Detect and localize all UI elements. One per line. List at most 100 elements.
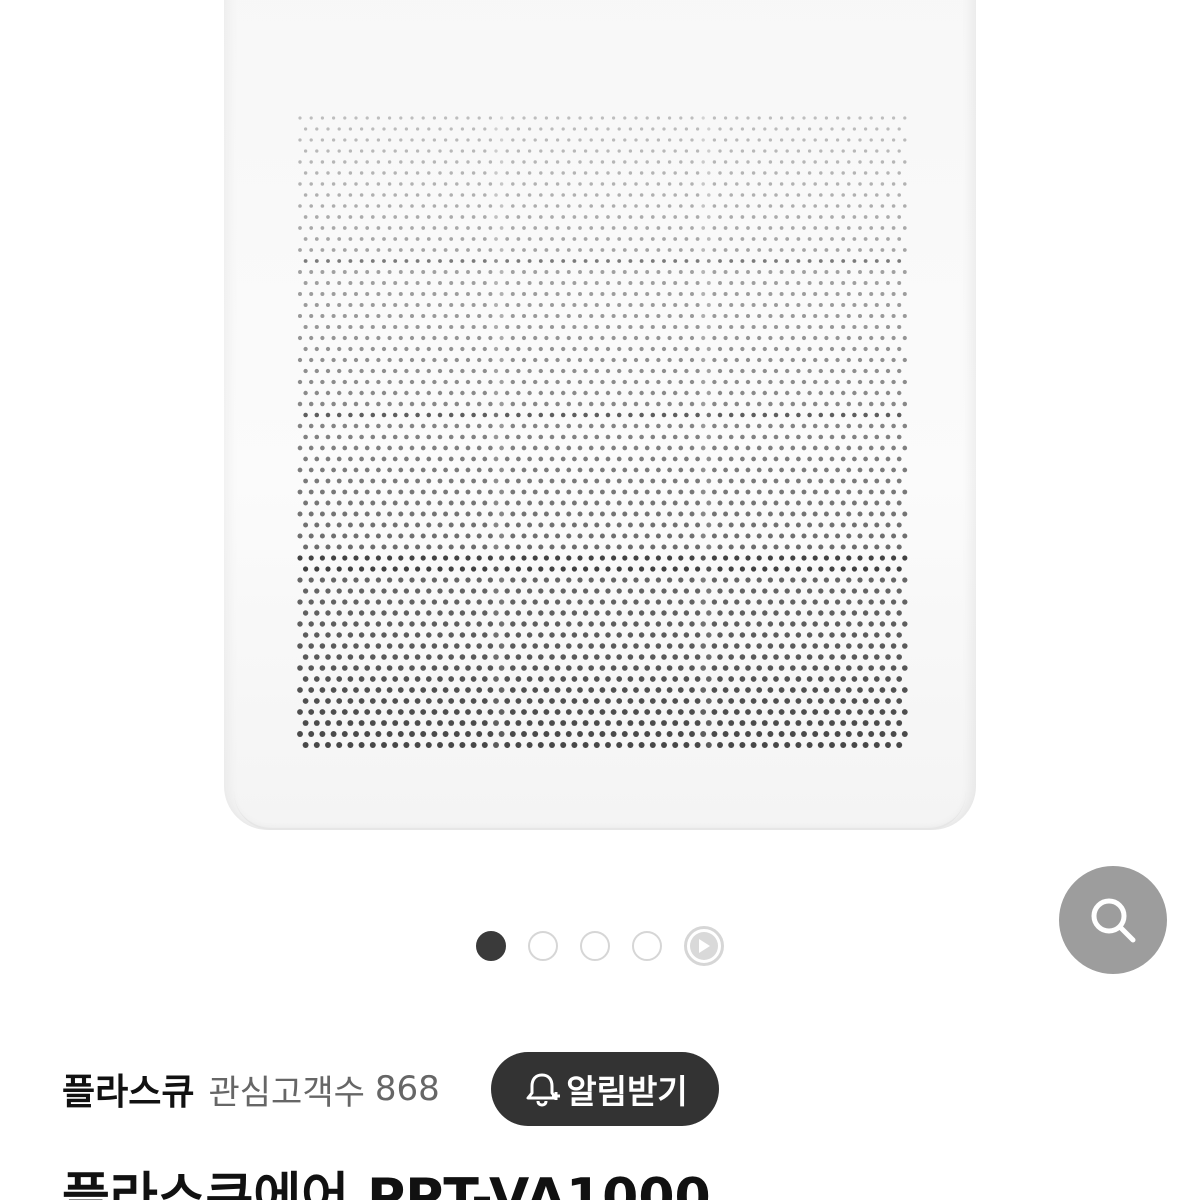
- grille-hole: [684, 237, 689, 241]
- grille-hole: [566, 511, 572, 517]
- grille-hole: [398, 511, 404, 517]
- grille-hole: [723, 204, 728, 208]
- grille-hole: [896, 522, 902, 528]
- grille-hole: [847, 138, 851, 142]
- grille-hole: [678, 335, 683, 341]
- carousel-dot-3[interactable]: [580, 931, 610, 961]
- grille-hole: [359, 456, 364, 462]
- grille-hole: [421, 335, 426, 341]
- grille-hole: [644, 511, 650, 517]
- grille-hole: [527, 237, 532, 241]
- grille-hole: [773, 654, 779, 660]
- grille-hole: [308, 643, 314, 649]
- grille-hole: [370, 610, 376, 616]
- seller-name[interactable]: 플라스큐: [62, 1063, 194, 1115]
- carousel-dot-4[interactable]: [632, 931, 662, 961]
- grille-hole: [432, 204, 437, 208]
- grille-hole: [762, 610, 768, 616]
- grille-hole: [314, 237, 319, 241]
- grille-hole: [342, 313, 347, 319]
- grille-hole: [706, 368, 711, 374]
- grille-hole: [773, 544, 779, 550]
- grille-hole: [891, 533, 897, 539]
- grille-hole: [560, 500, 566, 506]
- grille-hole: [448, 588, 454, 594]
- grille-hole: [320, 401, 325, 407]
- grille-hole: [801, 599, 807, 605]
- grille-hole: [611, 204, 616, 208]
- grille-hole: [762, 522, 768, 528]
- grille-hole: [325, 324, 331, 330]
- grille-hole: [477, 335, 482, 341]
- grille-hole: [454, 226, 459, 230]
- grille-hole: [420, 665, 427, 671]
- grille-hole: [845, 665, 852, 671]
- grille-hole: [432, 270, 437, 274]
- grille-hole: [297, 643, 303, 649]
- grille-hole: [538, 390, 543, 396]
- grille-hole: [460, 215, 465, 219]
- grille-hole: [694, 588, 701, 594]
- grille-hole: [488, 226, 493, 230]
- grille-hole: [583, 478, 588, 484]
- grille-hole: [723, 423, 728, 429]
- grille-hole: [437, 390, 443, 396]
- grille-hole: [594, 259, 599, 263]
- grille-hole: [840, 654, 846, 660]
- grille-hole: [325, 610, 331, 616]
- grille-hole: [499, 445, 504, 451]
- product-image[interactable]: [0, 0, 1200, 880]
- air-purifier-grille: [294, 112, 910, 760]
- grille-hole: [487, 731, 494, 737]
- grille-hole: [370, 412, 376, 418]
- grille-hole: [386, 577, 393, 583]
- grille-hole: [846, 577, 852, 583]
- search-button[interactable]: [1059, 866, 1167, 974]
- grille-hole: [521, 335, 527, 341]
- seller-info: 플라스큐 관심고객수 868: [62, 1052, 440, 1126]
- grille-hole: [538, 654, 544, 660]
- grille-hole: [526, 610, 533, 616]
- grille-hole: [684, 434, 689, 440]
- grille-hole: [863, 478, 868, 484]
- grille-hole: [571, 654, 578, 660]
- grille-hole: [734, 313, 739, 319]
- notify-button[interactable]: 알림받기: [491, 1052, 719, 1126]
- grille-hole: [745, 357, 751, 363]
- grille-hole: [470, 588, 477, 594]
- grille-hole: [785, 171, 789, 175]
- grille-hole: [498, 577, 505, 583]
- grille-hole: [583, 127, 588, 131]
- grille-hole: [393, 346, 398, 352]
- grille-hole: [684, 390, 689, 396]
- grille-hole: [650, 390, 655, 396]
- grille-hole: [644, 599, 650, 605]
- grille-hole: [880, 357, 885, 363]
- grille-hole: [337, 127, 341, 131]
- grille-hole: [823, 709, 830, 715]
- grille-hole: [410, 204, 414, 208]
- grille-hole: [449, 259, 454, 263]
- grille-hole: [644, 555, 650, 561]
- grille-hole: [302, 698, 309, 704]
- grille-hole: [342, 467, 348, 473]
- grille-hole: [555, 511, 561, 517]
- carousel-dot-2[interactable]: [528, 931, 558, 961]
- grille-hole: [806, 742, 813, 748]
- grille-hole: [678, 423, 684, 429]
- grille-hole: [779, 467, 784, 473]
- grille-hole: [823, 731, 830, 737]
- grille-hole: [791, 182, 795, 186]
- grille-hole: [459, 676, 466, 682]
- grille-hole: [813, 292, 818, 296]
- grille-hole: [476, 423, 482, 429]
- grille-hole: [700, 511, 706, 517]
- grille-hole: [902, 335, 907, 341]
- grille-hole: [426, 434, 432, 440]
- grille-hole: [443, 401, 448, 407]
- grille-hole: [869, 160, 873, 164]
- carousel-dot-1[interactable]: [476, 931, 506, 961]
- carousel-dot-video[interactable]: [684, 926, 724, 966]
- grille-hole: [712, 423, 717, 429]
- grille-hole: [852, 171, 857, 175]
